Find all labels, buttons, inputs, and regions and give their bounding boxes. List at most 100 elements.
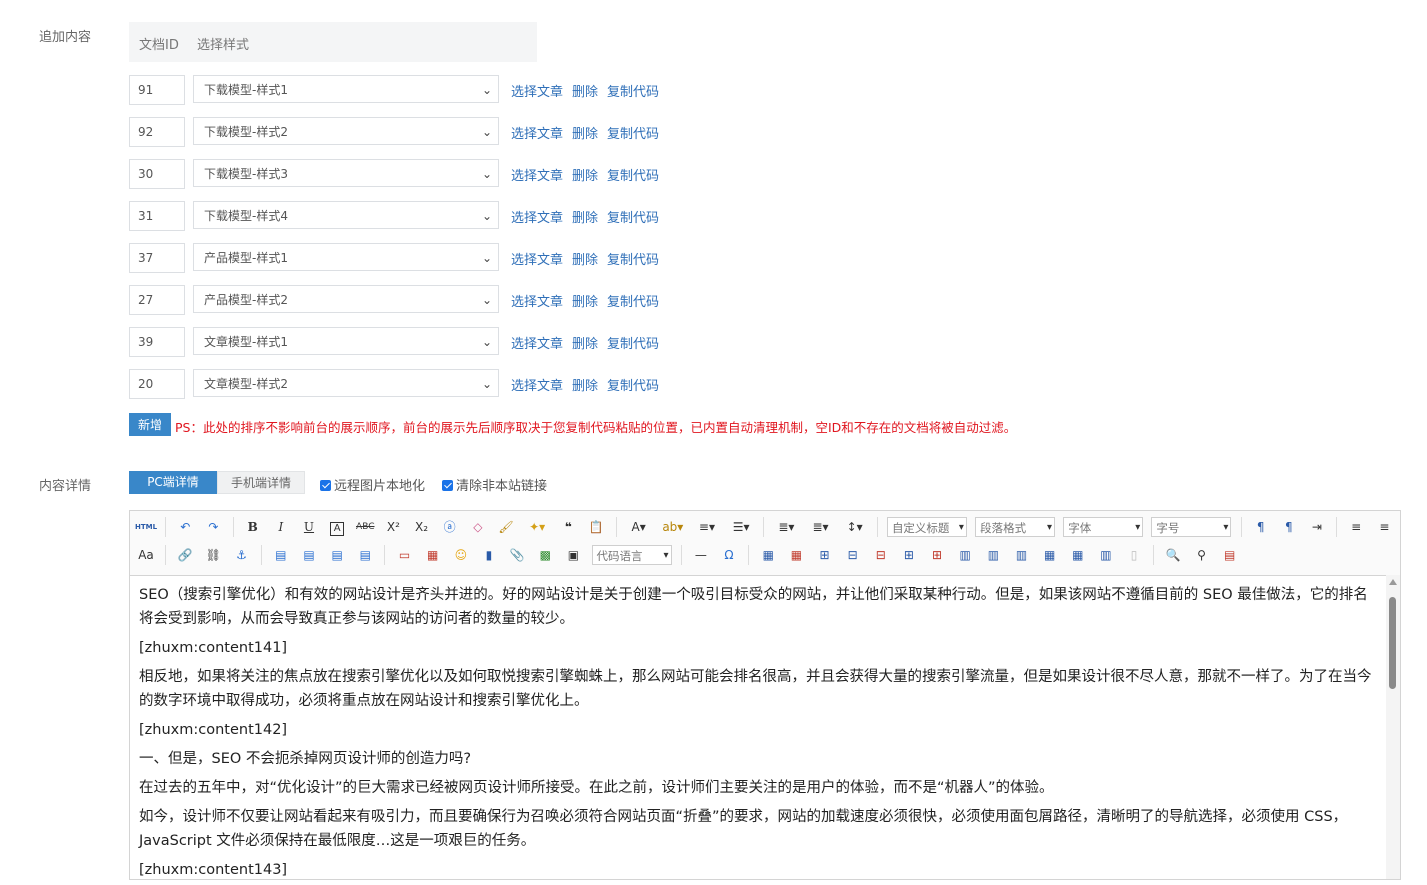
delete-link[interactable]: 删除 [572, 295, 598, 310]
background-color-icon[interactable]: ab▾ [659, 516, 687, 538]
indent-icon[interactable]: ⇥ [1306, 516, 1328, 538]
delete-link[interactable]: 删除 [572, 253, 598, 268]
add-button[interactable]: 新增 [129, 413, 171, 436]
special-chars-icon[interactable]: Ω [718, 544, 740, 566]
lowercase-icon[interactable]: Aa [135, 544, 157, 566]
paragraph-format-select[interactable]: 段落格式 [975, 517, 1056, 538]
insert-col-icon[interactable]: ⊞ [898, 544, 920, 566]
content-paragraph[interactable]: [zhuxm:content142] [139, 718, 1377, 742]
auto-typeset-icon[interactable]: ⓐ [439, 516, 461, 538]
eraser-icon[interactable]: ◇ [467, 516, 489, 538]
delete-link[interactable]: 删除 [572, 211, 598, 226]
delete-link[interactable]: 删除 [572, 85, 598, 100]
simple-upload-icon[interactable]: ▭ [394, 544, 416, 566]
select-article-link[interactable]: 选择文章 [511, 295, 563, 310]
drafts-icon[interactable]: ▤ [1219, 544, 1241, 566]
select-article-link[interactable]: 选择文章 [511, 379, 563, 394]
copy-code-link[interactable]: 复制代码 [607, 127, 659, 142]
line-height-icon[interactable]: ↕▾ [841, 516, 869, 538]
copy-code-link[interactable]: 复制代码 [607, 211, 659, 226]
rtl-icon[interactable]: ¶ [1278, 516, 1300, 538]
delete-row-icon[interactable]: ⊟ [870, 544, 892, 566]
copy-code-link[interactable]: 复制代码 [607, 295, 659, 310]
scroll-thumb[interactable] [1389, 597, 1396, 689]
content-paragraph[interactable]: 相反地，如果将关注的焦点放在搜索引擎优化以及如何取悦搜索引擎蜘蛛上，那么网站可能… [139, 665, 1377, 713]
content-paragraph[interactable]: SEO（搜索引擎优化）和有效的网站设计是齐头并进的。好的网站设计是关于创建一个吸… [139, 583, 1377, 631]
strikethrough-icon[interactable]: ABC [354, 516, 376, 538]
font-family-select[interactable]: 字体 [1063, 517, 1144, 538]
image-left-icon[interactable]: ▤ [298, 544, 320, 566]
editor-content[interactable]: SEO（搜索引擎优化）和有效的网站设计是齐头并进的。好的网站设计是关于创建一个吸… [130, 575, 1386, 879]
content-paragraph[interactable]: 在过去的五年中，对“优化设计”的巨大需求已经被网页设计师所接受。在此之前，设计师… [139, 776, 1377, 800]
redo-icon[interactable]: ↷ [202, 516, 224, 538]
remote-images-checkbox[interactable]: 远程图片本地化 [320, 475, 425, 494]
merge-cells-icon[interactable]: ▥ [954, 544, 976, 566]
copy-code-link[interactable]: 复制代码 [607, 253, 659, 268]
doc-id-input[interactable]: 92 [129, 117, 185, 147]
code-language-select[interactable]: 代码语言 [591, 545, 672, 566]
editor-scrollbar[interactable] [1386, 575, 1400, 879]
ordered-list-icon[interactable]: ≡▾ [693, 516, 721, 538]
paste-plain-icon[interactable]: 📋 [585, 516, 607, 538]
select-article-link[interactable]: 选择文章 [511, 253, 563, 268]
doc-id-input[interactable]: 39 [129, 327, 185, 357]
underline-icon[interactable]: U [298, 516, 320, 538]
delete-table-icon[interactable]: ▦ [785, 544, 807, 566]
font-color-icon[interactable]: A▾ [625, 516, 653, 538]
anchor-icon[interactable]: ⚓ [231, 544, 253, 566]
style-select[interactable]: 文章模型-样式2 ⌄ [193, 369, 499, 397]
copy-code-link[interactable]: 复制代码 [607, 169, 659, 184]
style-select[interactable]: 下载模型-样式4 ⌄ [193, 201, 499, 229]
scroll-up-icon[interactable] [1389, 579, 1397, 585]
tab-mobile-detail[interactable]: 手机端详情 [217, 471, 305, 494]
copy-code-link[interactable]: 复制代码 [607, 379, 659, 394]
insert-video-icon[interactable]: ▮ [478, 544, 500, 566]
content-paragraph[interactable]: [zhuxm:content141] [139, 636, 1377, 660]
image-center-icon[interactable]: ▤ [354, 544, 376, 566]
delete-link[interactable]: 删除 [572, 379, 598, 394]
content-paragraph[interactable]: [zhuxm:content143] [139, 858, 1377, 879]
select-article-link[interactable]: 选择文章 [511, 127, 563, 142]
copy-code-link[interactable]: 复制代码 [607, 85, 659, 100]
content-paragraph[interactable]: 如今，设计师不仅要让网站看起来有吸引力，而且要确保行为召唤必须符合网站页面“折叠… [139, 805, 1377, 853]
rich-text-editor[interactable]: HTML ↶ ↷ B I U A ABC X² X₂ ⓐ ◇ 🖌 ✦▾ ❝ 📋 … [129, 510, 1401, 880]
insert-image-icon[interactable]: ▦ [422, 544, 444, 566]
custom-title-select[interactable]: 自定义标题 [886, 517, 967, 538]
emotion-icon[interactable]: ☺ [450, 544, 472, 566]
html-source-icon[interactable]: HTML [135, 516, 157, 538]
style-select[interactable]: 下载模型-样式2 ⌄ [193, 117, 499, 145]
ltr-icon[interactable]: ¶ [1250, 516, 1272, 538]
magic-icon[interactable]: ✦▾ [523, 516, 551, 538]
style-select[interactable]: 产品模型-样式2 ⌄ [193, 285, 499, 313]
link-icon[interactable]: 🔗 [174, 544, 196, 566]
select-article-link[interactable]: 选择文章 [511, 337, 563, 352]
style-select[interactable]: 下载模型-样式3 ⌄ [193, 159, 499, 187]
split-rows-icon[interactable]: ▦ [1067, 544, 1089, 566]
content-paragraph[interactable]: 一、但是，SEO 不会扼杀掉网页设计师的创造力吗? [139, 747, 1377, 771]
insert-paragraph-before-table-icon[interactable]: ⊞ [814, 544, 836, 566]
delete-col-icon[interactable]: ⊞ [926, 544, 948, 566]
subscript-icon[interactable]: X₂ [411, 516, 433, 538]
tab-pc-detail[interactable]: PC端详情 [129, 471, 217, 494]
blockquote-icon[interactable]: ❝ [557, 516, 579, 538]
doc-id-input[interactable]: 30 [129, 159, 185, 189]
map-icon[interactable]: ▩ [534, 544, 556, 566]
clear-links-checkbox[interactable]: 清除非本站链接 [442, 475, 547, 494]
doc-id-input[interactable]: 37 [129, 243, 185, 273]
delete-link[interactable]: 删除 [572, 169, 598, 184]
style-select[interactable]: 产品模型-样式1 ⌄ [193, 243, 499, 271]
doc-id-input[interactable]: 31 [129, 201, 185, 231]
delete-link[interactable]: 删除 [572, 337, 598, 352]
unordered-list-icon[interactable]: ☰▾ [727, 516, 755, 538]
undo-icon[interactable]: ↶ [174, 516, 196, 538]
copy-code-link[interactable]: 复制代码 [607, 337, 659, 352]
split-cols-icon[interactable]: ▥ [1095, 544, 1117, 566]
unlink-icon[interactable]: ⛓ [202, 544, 224, 566]
merge-down-icon[interactable]: ▥ [1011, 544, 1033, 566]
doc-id-input[interactable]: 91 [129, 75, 185, 105]
merge-right-icon[interactable]: ▥ [982, 544, 1004, 566]
print-icon[interactable]: ▯ [1123, 544, 1145, 566]
row-spacing-top-icon[interactable]: ≣▾ [772, 516, 800, 538]
select-article-link[interactable]: 选择文章 [511, 211, 563, 226]
select-article-link[interactable]: 选择文章 [511, 169, 563, 184]
